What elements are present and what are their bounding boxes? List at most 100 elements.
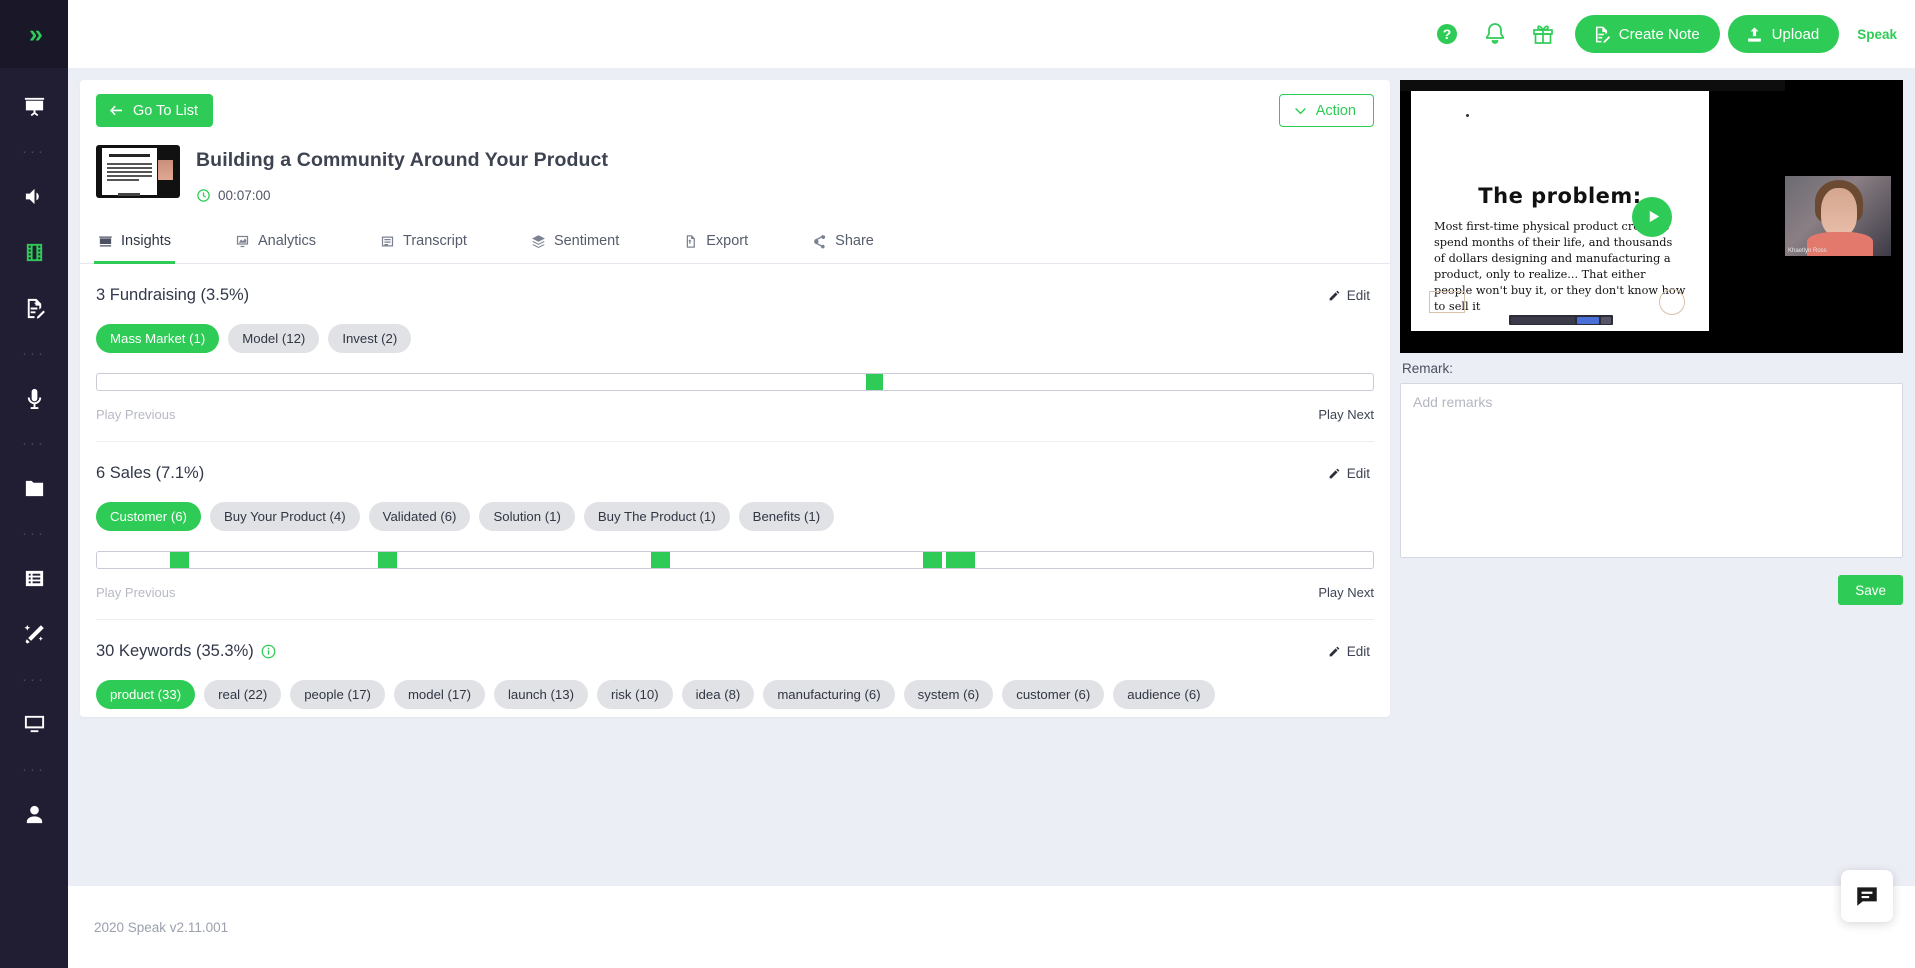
chip[interactable]: Invest (2)	[328, 324, 412, 353]
slide-signature-left	[1429, 291, 1465, 313]
play-button[interactable]	[1631, 196, 1672, 237]
play-controls-sales: Play Previous Play Next	[96, 585, 1374, 620]
chip[interactable]: Model (12)	[228, 324, 320, 353]
edit-fundraising-button[interactable]: Edit	[1328, 288, 1374, 303]
gift-button[interactable]	[1519, 10, 1567, 58]
action-label: Action	[1315, 102, 1356, 119]
chat-support-button[interactable]	[1841, 870, 1893, 922]
play-previous-button[interactable]: Play Previous	[96, 407, 175, 422]
section-header: 3 Fundraising (3.5%) Edit	[94, 286, 1376, 305]
upload-button[interactable]: Upload	[1727, 15, 1840, 53]
sidebar-item-library[interactable]	[0, 550, 68, 606]
timeline-marker[interactable]	[377, 552, 397, 568]
chevron-down-icon	[1294, 108, 1306, 115]
sidebar-item-files[interactable]	[0, 460, 68, 516]
section-header: 6 Sales (7.1%) Edit	[94, 464, 1376, 483]
sidebar-item-screen[interactable]	[0, 696, 68, 752]
notifications-button[interactable]	[1471, 10, 1519, 58]
video-player[interactable]: The problem: Most first-time physical pr…	[1400, 80, 1903, 353]
chips-fundraising: Mass Market (1) Model (12) Invest (2)	[94, 324, 1376, 353]
tab-share[interactable]: Share	[808, 223, 878, 264]
chip[interactable]: launch (13)	[493, 680, 588, 709]
tab-bar: Insights Analytics Transcript Sentiment	[80, 223, 1390, 264]
tab-transcript[interactable]: Transcript	[376, 223, 471, 264]
sidebar-item-notes[interactable]	[0, 280, 68, 336]
tab-insights[interactable]: Insights	[94, 223, 175, 264]
sidebar-item-magic[interactable]	[0, 606, 68, 662]
create-note-label: Create Note	[1618, 25, 1700, 43]
help-button[interactable]: ?	[1423, 10, 1471, 58]
timeline-fundraising[interactable]	[96, 373, 1374, 391]
chip[interactable]: risk (10)	[596, 680, 673, 709]
save-button[interactable]: Save	[1838, 575, 1903, 605]
chip[interactable]: Buy The Product (1)	[583, 502, 730, 531]
insights-scroll-area[interactable]: 3 Fundraising (3.5%) Edit Mass Market (1…	[80, 264, 1390, 717]
timeline-sales[interactable]	[96, 551, 1374, 569]
thumbnail-participant	[158, 160, 173, 180]
remark-label: Remark:	[1402, 361, 1454, 376]
brand-logo[interactable]: Speak	[1857, 27, 1897, 42]
remark-input[interactable]	[1400, 383, 1903, 558]
chip[interactable]: Benefits (1)	[738, 502, 835, 531]
timeline-marker[interactable]	[650, 552, 670, 568]
sidebar-items: ··· ··· ··· ··· ··· ···	[0, 68, 68, 842]
sidebar-item-audio[interactable]	[0, 168, 68, 224]
sidebar-collapse-toggle[interactable]: »	[0, 0, 68, 68]
folder-icon	[25, 480, 43, 496]
sidebar-item-account[interactable]	[0, 786, 68, 842]
chip[interactable]: idea (8)	[681, 680, 755, 709]
sidebar-item-presentation[interactable]	[0, 78, 68, 134]
timeline-marker[interactable]	[945, 552, 975, 568]
chip[interactable]: product (33)	[96, 680, 196, 709]
tab-export[interactable]: Export	[679, 223, 752, 264]
right-panel: The problem: Most first-time physical pr…	[1400, 80, 1903, 874]
play-next-button[interactable]: Play Next	[1318, 407, 1374, 422]
chip[interactable]: real (22)	[204, 680, 282, 709]
media-meta: Building a Community Around Your Product…	[196, 145, 608, 203]
play-previous-button[interactable]: Play Previous	[96, 585, 175, 600]
timeline-marker[interactable]	[169, 552, 189, 568]
analytics-icon	[236, 235, 249, 247]
film-icon	[26, 243, 42, 261]
info-circle-icon[interactable]	[261, 644, 276, 659]
chip[interactable]: manufacturing (6)	[763, 680, 895, 709]
chip[interactable]: audience (6)	[1113, 680, 1215, 709]
media-thumbnail[interactable]	[96, 145, 180, 198]
chip[interactable]: model (17)	[393, 680, 485, 709]
tab-analytics[interactable]: Analytics	[231, 223, 320, 264]
timeline-marker[interactable]	[866, 374, 883, 390]
slide-signature-right	[1659, 289, 1685, 315]
chips-keywords: product (33) real (22) people (17) model…	[94, 680, 1376, 709]
sidebar-item-video[interactable]	[0, 224, 68, 280]
monitor-icon	[24, 715, 44, 732]
chevrons-right-icon[interactable]: »	[29, 21, 43, 47]
sidebar-divider-2: ···	[22, 344, 46, 362]
section-header: 30 Keywords (35.3%) Edit	[94, 642, 1376, 661]
chip[interactable]: Customer (6)	[96, 502, 201, 531]
tab-sentiment[interactable]: Sentiment	[527, 223, 623, 264]
timeline-marker[interactable]	[922, 552, 942, 568]
edit-keywords-button[interactable]: Edit	[1328, 644, 1374, 659]
chip[interactable]: Buy Your Product (4)	[209, 502, 360, 531]
sidebar-divider-1: ···	[22, 142, 46, 160]
sidebar-item-record[interactable]	[0, 370, 68, 426]
play-controls-fundraising: Play Previous Play Next	[96, 407, 1374, 442]
clock-icon	[197, 189, 210, 202]
pencil-icon	[1329, 646, 1340, 657]
play-next-button[interactable]: Play Next	[1318, 585, 1374, 600]
chip[interactable]: Mass Market (1)	[96, 324, 220, 353]
section-fundraising: 3 Fundraising (3.5%) Edit Mass Market (1…	[94, 264, 1376, 442]
edit-sales-button[interactable]: Edit	[1328, 466, 1374, 481]
tab-label: Insights	[121, 233, 171, 249]
participant-video: Khaetlyn Ross	[1785, 176, 1891, 256]
chip[interactable]: people (17)	[290, 680, 385, 709]
chip[interactable]: Validated (6)	[368, 502, 471, 531]
chip[interactable]: customer (6)	[1002, 680, 1105, 709]
chip[interactable]: Solution (1)	[479, 502, 575, 531]
sidebar-divider-4: ···	[22, 524, 46, 542]
create-note-button[interactable]: Create Note	[1574, 15, 1720, 53]
section-title: 3 Fundraising (3.5%)	[96, 286, 250, 304]
action-button[interactable]: Action	[1278, 94, 1374, 127]
go-to-list-button[interactable]: Go To List	[96, 94, 214, 127]
chip[interactable]: system (6)	[903, 680, 994, 709]
